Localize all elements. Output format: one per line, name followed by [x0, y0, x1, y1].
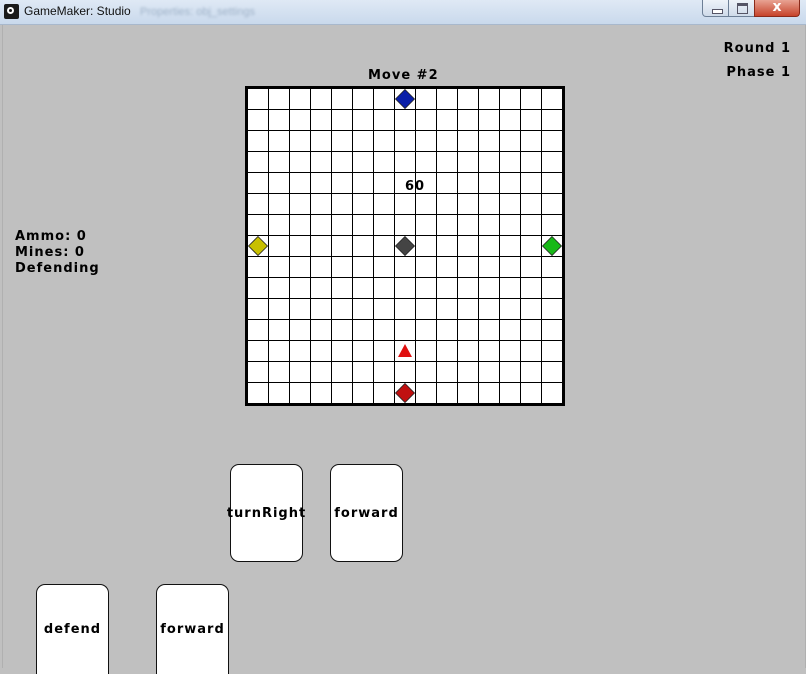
minimize-button[interactable]	[702, 0, 729, 17]
yellow-diamond-piece	[247, 235, 269, 257]
gamemaker-logo-icon	[4, 4, 19, 19]
dark-diamond-piece	[394, 235, 416, 257]
blue-diamond-piece	[394, 88, 416, 110]
move-label: Move #2	[368, 68, 439, 83]
card-forward-lower[interactable]: forward	[156, 584, 229, 674]
red-triangle-piece	[398, 344, 412, 357]
game-canvas: Round 1 Phase 1 Move #2 Ammo: 0 Mines: 0…	[2, 25, 806, 674]
window-titlebar: GameMaker: Studio Properties: obj_settin…	[0, 0, 806, 25]
ammo-count: Ammo: 0	[15, 229, 87, 244]
card-forward-upper[interactable]: forward	[330, 464, 403, 562]
card-turn-right[interactable]: turnRight	[227, 464, 305, 562]
green-diamond-piece	[541, 235, 563, 257]
card-defend[interactable]: defend	[36, 584, 109, 674]
phase-label: Phase 1	[726, 65, 791, 80]
close-button[interactable]: x	[754, 0, 800, 17]
maximize-button[interactable]	[728, 0, 755, 17]
blurred-background-tab: Properties: obj_settings	[140, 6, 255, 18]
round-label: Round 1	[723, 41, 791, 56]
close-icon: x	[772, 0, 782, 15]
mines-count: Mines: 0	[15, 245, 85, 260]
red-diamond-piece	[394, 382, 416, 404]
player-stats: Ammo: 0 Mines: 0 Defending	[15, 229, 100, 277]
board-pieces-layer	[247, 88, 563, 404]
window-title: GameMaker: Studio	[24, 4, 131, 18]
game-board[interactable]: 60	[245, 86, 565, 406]
board-counter: 60	[405, 179, 426, 194]
defend-status: Defending	[15, 261, 100, 276]
